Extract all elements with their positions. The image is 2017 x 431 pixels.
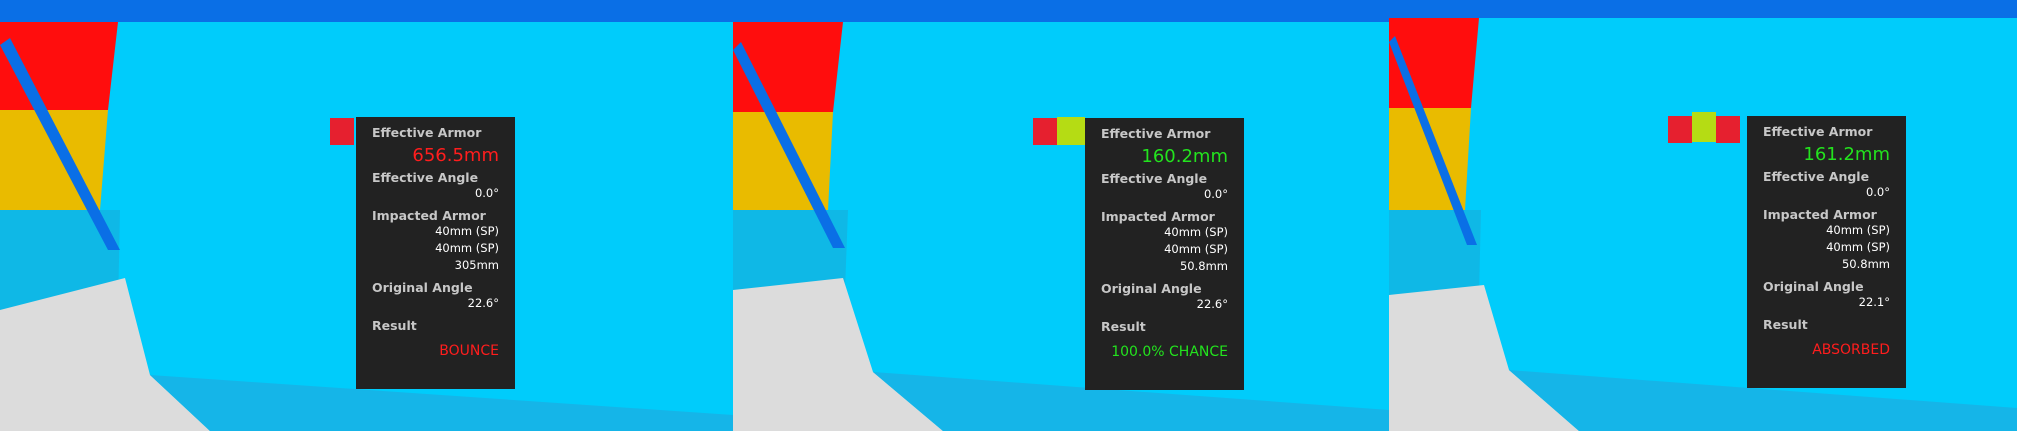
original-angle-label: Original Angle [372, 280, 473, 295]
effective-armor-value: 656.5mm [412, 145, 499, 166]
effective-angle-label: Effective Angle [372, 170, 479, 185]
armor-info-tooltip: Effective Armor 160.2mm Effective Angle … [1085, 118, 1244, 390]
result-value: 100.0% CHANCE [1111, 344, 1228, 360]
original-angle-value: 22.6° [467, 296, 499, 310]
effective-angle-value: 0.0° [1203, 187, 1228, 201]
original-angle-value: 22.6° [1196, 297, 1228, 311]
effective-armor-label: Effective Armor [1101, 126, 1211, 141]
impacted-armor-item: 50.8mm [1179, 259, 1228, 273]
ship-armor-model[interactable] [733, 0, 1389, 431]
effective-armor-value: 160.2mm [1141, 146, 1228, 167]
effective-armor-label: Effective Armor [372, 125, 482, 140]
armor-viewer-panel-3[interactable]: Effective Armor 161.2mm Effective Angle … [1389, 0, 2017, 431]
impacted-armor-item: 50.8mm [1841, 257, 1890, 271]
armor-info-tooltip: Effective Armor 161.2mm Effective Angle … [1747, 116, 1906, 388]
impacted-armor-item: 305mm [454, 258, 499, 272]
original-angle-value: 22.1° [1858, 295, 1890, 309]
impacted-armor-item: 40mm (SP) [1826, 223, 1890, 237]
armor-plate-marker-red [330, 118, 354, 145]
impacted-armor-label: Impacted Armor [1763, 207, 1877, 222]
armor-plate-marker-red [1668, 116, 1692, 143]
result-value: BOUNCE [439, 343, 499, 359]
effective-armor-label: Effective Armor [1763, 124, 1873, 139]
impacted-armor-label: Impacted Armor [372, 208, 486, 223]
result-label: Result [1763, 317, 1808, 332]
impacted-armor-item: 40mm (SP) [435, 241, 499, 255]
result-value: ABSORBED [1812, 342, 1890, 358]
impacted-armor-item: 40mm (SP) [1164, 242, 1228, 256]
armor-viewer-panel-1[interactable]: Effective Armor 656.5mm Effective Angle … [0, 0, 733, 431]
impacted-armor-item: 40mm (SP) [1826, 240, 1890, 254]
armor-plate-marker-lime [1057, 117, 1085, 145]
effective-angle-value: 0.0° [1865, 185, 1890, 199]
impacted-armor-item: 40mm (SP) [1164, 225, 1228, 239]
armor-info-tooltip: Effective Armor 656.5mm Effective Angle … [356, 117, 515, 389]
armor-plate-marker-lime [1692, 112, 1716, 142]
armor-plate-marker-red [1716, 116, 1740, 143]
ship-armor-model[interactable] [1389, 0, 2017, 431]
original-angle-label: Original Angle [1763, 279, 1864, 294]
effective-armor-value: 161.2mm [1803, 144, 1890, 165]
result-label: Result [372, 318, 417, 333]
effective-angle-label: Effective Angle [1763, 169, 1870, 184]
impacted-armor-label: Impacted Armor [1101, 209, 1215, 224]
result-label: Result [1101, 319, 1146, 334]
armor-viewer-panel-2[interactable]: Effective Armor 160.2mm Effective Angle … [733, 0, 1389, 431]
effective-angle-label: Effective Angle [1101, 171, 1208, 186]
armor-plate-marker-red [1033, 118, 1057, 145]
original-angle-label: Original Angle [1101, 281, 1202, 296]
impacted-armor-item: 40mm (SP) [435, 224, 499, 238]
effective-angle-value: 0.0° [474, 186, 499, 200]
